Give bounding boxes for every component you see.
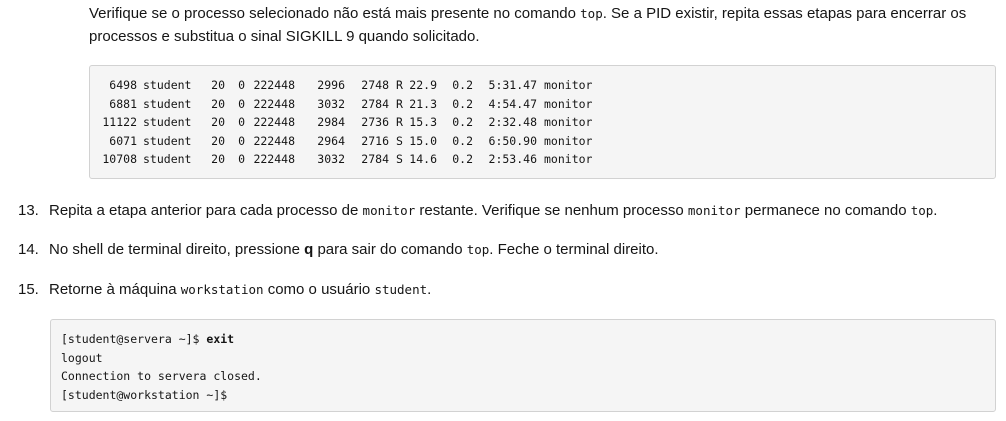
exit-command: exit <box>206 332 235 346</box>
process-mem-cell: 0.2 <box>452 115 473 129</box>
process-user-cell: student <box>143 78 192 92</box>
top-code: top <box>466 242 490 257</box>
process-time-cell: 6:50.90 <box>488 133 537 148</box>
process-res-cell: 3032 <box>317 152 345 166</box>
process-s-cell: R <box>396 96 403 111</box>
process-shr-cell: 2784 <box>361 96 389 111</box>
process-user-cell: student <box>143 96 192 111</box>
process-cpu-cell: 15.3 <box>409 115 437 129</box>
step-text-part: . <box>427 281 432 298</box>
step-text-part: restante. Verifique se nenhum processo <box>415 202 688 219</box>
process-s-cell: R <box>396 78 403 92</box>
process-time-cell: 4:54.47 <box>488 96 537 111</box>
step-text-part: para sair do comando <box>313 241 467 258</box>
process-virt-cell: 222448 <box>253 115 295 129</box>
key-q: q <box>304 241 314 258</box>
process-shr-cell: 2736 <box>361 115 389 129</box>
step-text: Retorne à máquina workstation como o usu… <box>49 280 431 300</box>
process-row: 6071 student 20 0 222448 2964 2716 S 15.0 0.2 6:50… <box>90 132 995 151</box>
process-virt-cell: 222448 <box>253 133 295 148</box>
process-command-cell: monitor <box>544 78 593 92</box>
step-text-part: Retorne à máquina <box>49 281 181 298</box>
process-user-cell: student <box>143 133 192 148</box>
step-text-part: . Feche o terminal direito. <box>489 241 659 258</box>
terminal-line: [student@workstation ~]$ <box>61 387 228 402</box>
process-mem-cell: 0.2 <box>452 96 473 111</box>
intro-text-1: Verifique se o processo selecionado não … <box>89 5 581 22</box>
step-text: No shell de terminal direito, pressione … <box>49 240 659 260</box>
process-time-cell: 5:31.47 <box>488 78 537 92</box>
process-pid-cell: 11122 <box>102 115 137 129</box>
process-pr-cell: 20 <box>211 96 225 111</box>
terminal-line: logout <box>61 350 103 365</box>
process-pid-cell: 6498 <box>109 78 137 92</box>
process-s-cell: R <box>396 115 403 129</box>
process-virt-cell: 222448 <box>253 96 295 111</box>
process-command-cell: monitor <box>544 96 593 111</box>
top-code: top <box>910 203 934 218</box>
intro-paragraph: Verifique se o processo selecionado não … <box>89 2 989 48</box>
terminal-code-block: [student@servera ~]$ exit logout Connect… <box>50 319 996 412</box>
workstation-code: workstation <box>180 282 264 297</box>
process-s-cell: S <box>396 152 403 166</box>
process-command-cell: monitor <box>544 152 593 166</box>
process-shr-cell: 2784 <box>361 152 389 166</box>
process-user-cell: student <box>143 152 192 166</box>
process-res-cell: 3032 <box>317 96 345 111</box>
step-text-part: permanece no comando <box>740 202 911 219</box>
process-row: 11122 student 20 0 222448 2984 2736 R 15.3 0.2 2:3… <box>90 113 995 132</box>
process-pid-cell: 6881 <box>109 96 137 111</box>
step-text-part: como o usuário <box>263 281 375 298</box>
step-number: 13. <box>18 202 39 219</box>
process-pr-cell: 20 <box>211 115 225 129</box>
process-ni-cell: 0 <box>238 115 245 129</box>
process-virt-cell: 222448 <box>253 152 295 166</box>
step-text: Repita a etapa anterior para cada proces… <box>49 201 937 221</box>
process-virt-cell: 222448 <box>253 78 295 92</box>
monitor-code: monitor <box>687 203 741 218</box>
step-number: 15. <box>18 281 39 298</box>
process-ni-cell: 0 <box>238 78 245 92</box>
step-number: 14. <box>18 241 39 258</box>
process-ni-cell: 0 <box>238 96 245 111</box>
process-command-cell: monitor <box>544 115 593 129</box>
process-row: 6498 student 20 0 222448 2996 2748 R 22.9 0.2 5:31… <box>90 76 995 95</box>
process-pr-cell: 20 <box>211 78 225 92</box>
process-mem-cell: 0.2 <box>452 78 473 92</box>
process-cpu-cell: 15.0 <box>409 133 437 148</box>
process-cpu-cell: 22.9 <box>409 78 437 92</box>
process-pr-cell: 20 <box>211 133 225 148</box>
monitor-code: monitor <box>362 203 416 218</box>
process-shr-cell: 2748 <box>361 78 389 92</box>
process-ni-cell: 0 <box>238 133 245 148</box>
student-code: student <box>374 282 428 297</box>
process-row: 6881 student 20 0 222448 3032 2784 R 21.3 0.2 4:54… <box>90 95 995 114</box>
process-time-cell: 2:32.48 <box>488 115 537 129</box>
step-text-part: . <box>933 202 938 219</box>
process-list-code-block: 6498 student 20 0 222448 2996 2748 R 22.9 0.2 5:31… <box>89 65 996 179</box>
step-text-part: No shell de terminal direito, pressione <box>49 241 305 258</box>
process-mem-cell: 0.2 <box>452 133 473 148</box>
shell-prompt: [student@servera ~]$ <box>61 332 207 346</box>
terminal-line: Connection to servera closed. <box>61 369 262 383</box>
step-text-part: Repita a etapa anterior para cada proces… <box>49 202 363 219</box>
process-res-cell: 2964 <box>317 133 345 148</box>
process-ni-cell: 0 <box>238 152 245 166</box>
process-pid-cell: 10708 <box>102 152 137 166</box>
process-res-cell: 2996 <box>317 78 345 92</box>
process-cpu-cell: 14.6 <box>409 152 437 166</box>
process-s-cell: S <box>396 133 403 148</box>
process-pr-cell: 20 <box>211 152 225 166</box>
process-mem-cell: 0.2 <box>452 152 473 166</box>
process-user-cell: student <box>143 115 192 129</box>
terminal-line: [student@servera ~]$ exit <box>61 330 995 349</box>
process-cpu-cell: 21.3 <box>409 96 437 111</box>
process-res-cell: 2984 <box>317 115 345 129</box>
top-command-code: top <box>580 6 603 21</box>
process-time-cell: 2:53.46 <box>488 152 537 166</box>
process-command-cell: monitor <box>544 133 593 148</box>
process-pid-cell: 6071 <box>109 133 137 148</box>
process-row: 10708 student 20 0 222448 3032 2784 S 14.6 0.2 2:5… <box>90 150 995 169</box>
process-shr-cell: 2716 <box>361 133 389 148</box>
